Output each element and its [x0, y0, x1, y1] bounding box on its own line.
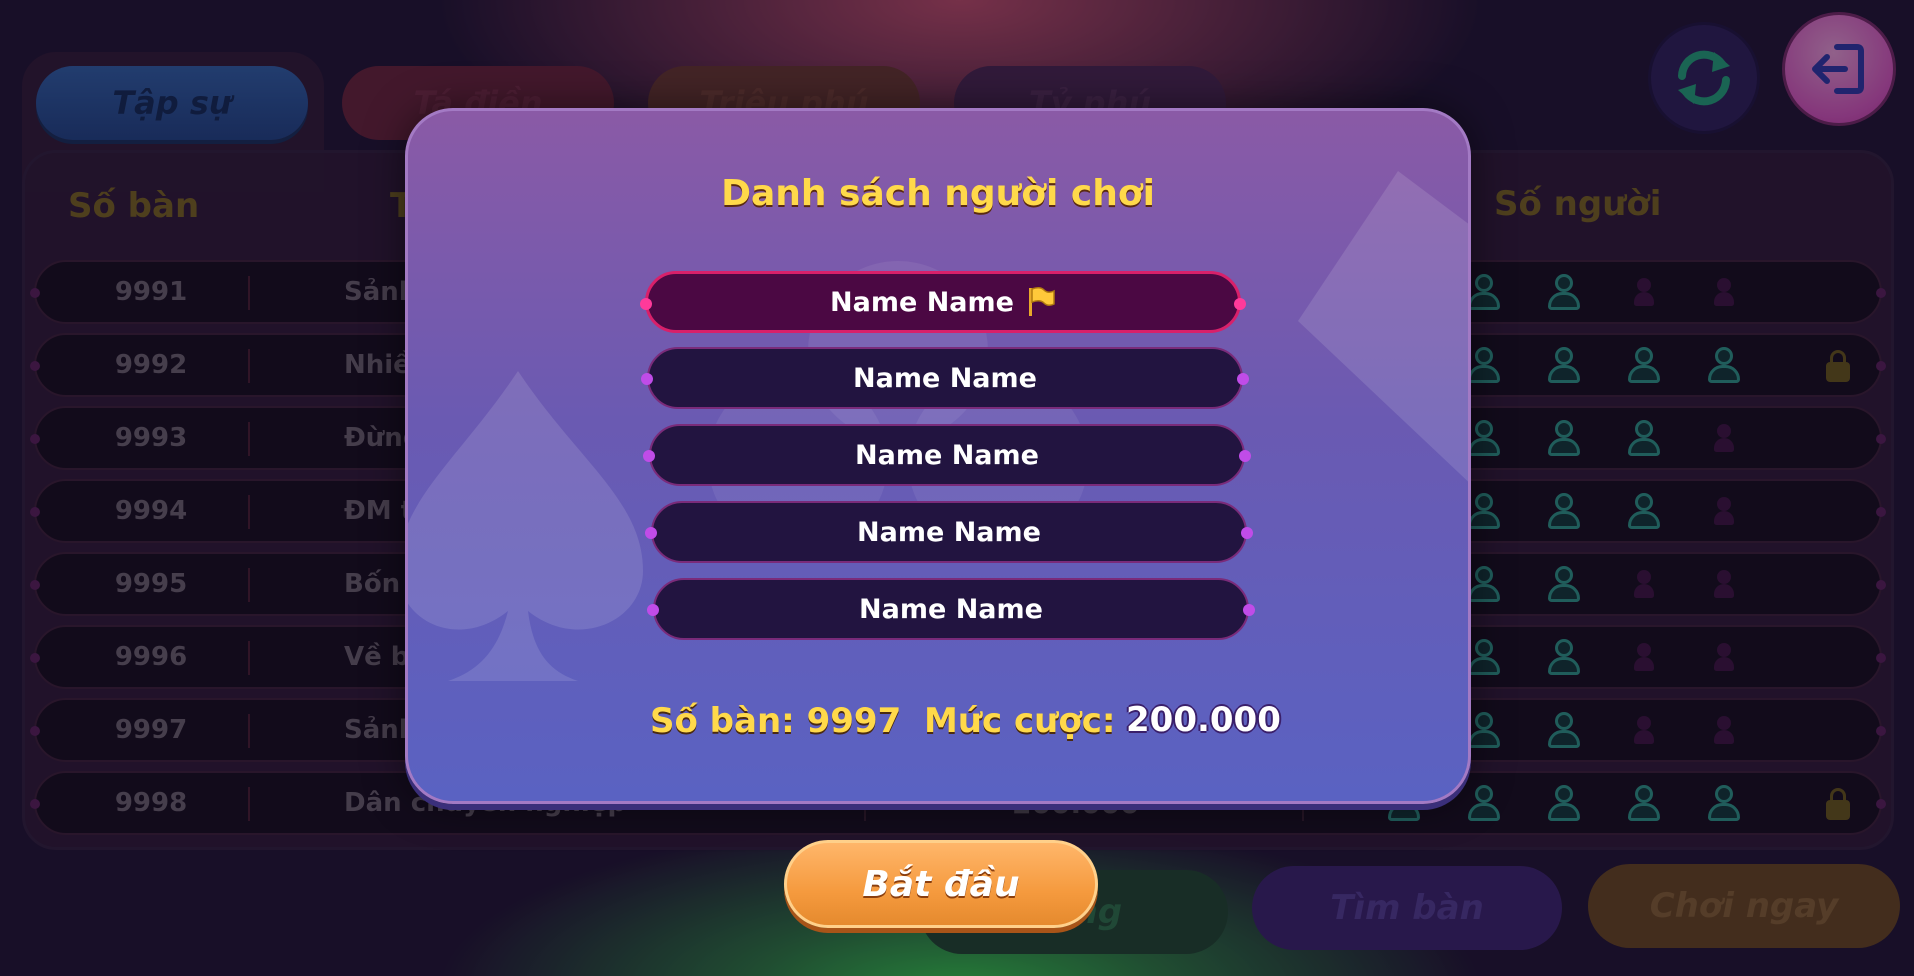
pill-dot — [641, 373, 653, 385]
pill-dot — [1237, 373, 1249, 385]
diamond-decoration-icon — [1298, 171, 1468, 482]
player-name: Name Name — [855, 439, 1039, 471]
bet-value: 200.000 — [1126, 700, 1281, 740]
player-item-host[interactable]: Name Name — [640, 271, 1246, 333]
pill-dot — [1239, 450, 1251, 462]
pill-dot — [645, 527, 657, 539]
pill-dot — [1243, 604, 1255, 616]
pill-dot — [1234, 298, 1246, 310]
bet-label: Mức cược: — [924, 701, 1116, 741]
flag-icon — [1026, 286, 1056, 318]
spade-decoration-icon — [408, 371, 643, 681]
player-item[interactable]: Name Name — [647, 578, 1255, 640]
player-name: Name Name — [830, 286, 1014, 318]
start-button[interactable]: Bắt đầu — [784, 840, 1098, 928]
player-item[interactable]: Name Name — [641, 347, 1249, 409]
pill-dot — [643, 450, 655, 462]
player-item[interactable]: Name Name — [645, 501, 1253, 563]
player-name: Name Name — [857, 516, 1041, 548]
table-number-label: Số bàn: 9997 — [650, 701, 902, 741]
pill-dot — [1241, 527, 1253, 539]
player-item[interactable]: Name Name — [643, 424, 1251, 486]
pill-dot — [640, 298, 652, 310]
table-number-value: 9997 — [806, 701, 902, 741]
player-name: Name Name — [859, 593, 1043, 625]
player-name: Name Name — [853, 362, 1037, 394]
player-list-modal: Danh sách người chơi Name Name Name Name N… — [405, 108, 1471, 804]
pill-dot — [647, 604, 659, 616]
modal-title: Danh sách người chơi — [721, 173, 1155, 214]
